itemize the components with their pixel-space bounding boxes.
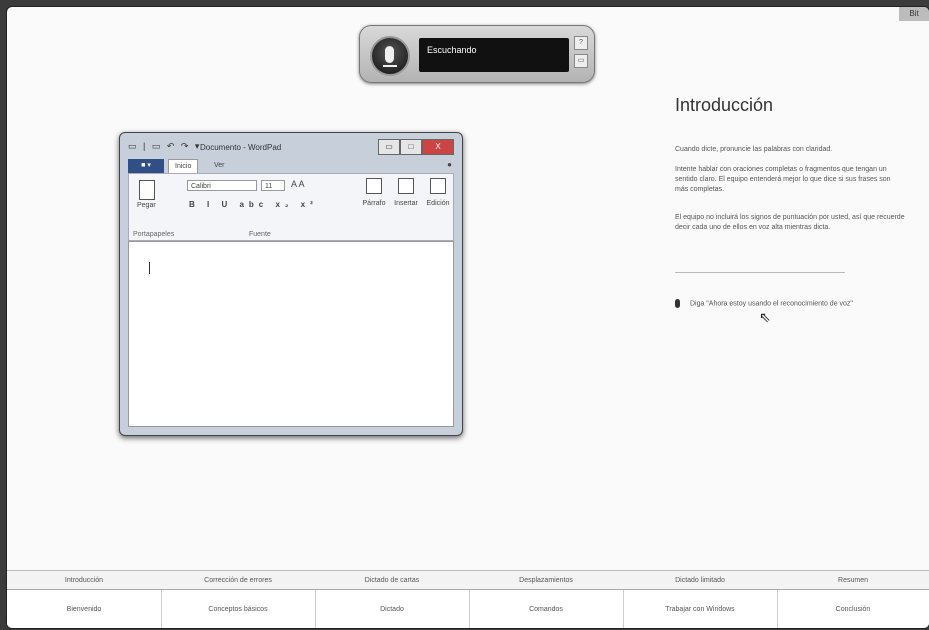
instruction-paragraph-1: Cuando dicte, pronuncie las palabras con… [675, 146, 833, 153]
clipboard-group-label: Portapapeles [133, 231, 175, 238]
edit-label: Edición [426, 200, 450, 207]
minimize-button[interactable]: ▭ [574, 54, 588, 68]
paragraph-icon [366, 178, 382, 194]
quick-access-toolbar[interactable]: ▭ | ▭ ↶ ↷ ▾ [128, 141, 201, 152]
microphone-base [383, 65, 397, 67]
subnav-dictado-limitado[interactable]: Dictado limitado [623, 571, 777, 589]
subnav-desplazamientos[interactable]: Desplazamientos [469, 571, 623, 589]
insert-button[interactable]: Insertar [393, 178, 419, 207]
insert-icon [398, 178, 414, 194]
file-menu-button[interactable]: ■ ▾ [128, 159, 164, 173]
tab-inicio[interactable]: Inicio [168, 159, 199, 174]
wordpad-titlebar: ▭ | ▭ ↶ ↷ ▾ Documento - WordPad ▭ □ X [128, 139, 454, 157]
minimize-window-button[interactable]: ▭ [378, 139, 400, 155]
tab-ver[interactable]: Ver [208, 159, 231, 173]
microphone-icon [385, 46, 394, 63]
window-controls: ▭ □ X [378, 139, 454, 155]
speech-recognition-bar: Escuchando ? ▭ [359, 25, 595, 83]
nav-dictado[interactable]: Dictado [315, 590, 470, 628]
text-caret [149, 262, 150, 274]
format-buttons[interactable]: B I U abc x₂ x² [189, 200, 318, 209]
maximize-window-button[interactable]: □ [400, 139, 422, 155]
font-group-label: Fuente [249, 231, 271, 238]
paragraph-label: Párrafo [362, 200, 386, 207]
insert-label: Insertar [394, 200, 418, 207]
tutorial-window: Bit Escuchando ? ▭ ▭ | ▭ ↶ ↷ ▾ Documento… [6, 6, 929, 629]
instruction-paragraph-3: El equipo no incluirá los signos de punt… [675, 214, 905, 231]
subnav-correccion[interactable]: Corrección de errores [161, 571, 315, 589]
nav-comandos[interactable]: Comandos [469, 590, 624, 628]
paste-icon[interactable] [139, 180, 155, 200]
mouse-pointer-icon: ⇖ [759, 309, 771, 325]
divider [675, 272, 845, 273]
paragraph-button[interactable]: Párrafo [361, 178, 387, 207]
say-prompt: Diga "Ahora estoy usando el reconocimien… [675, 299, 853, 308]
font-family-select[interactable]: Calibri [187, 180, 257, 191]
main-nav: Bienvenido Conceptos básicos Dictado Com… [7, 589, 929, 628]
wordpad-title: Documento - WordPad [200, 143, 282, 152]
page-title: Introducción [675, 95, 774, 115]
ribbon-tabs: ■ ▾ Inicio Ver ● [128, 159, 454, 174]
say-prompt-text: Diga "Ahora estoy usando el reconocimien… [689, 300, 853, 308]
nav-conclusion[interactable]: Conclusión [777, 590, 929, 628]
font-size-select[interactable]: 11 [261, 180, 285, 191]
wordpad-window: ▭ | ▭ ↶ ↷ ▾ Documento - WordPad ▭ □ X ■ … [119, 132, 463, 436]
edit-icon [430, 178, 446, 194]
close-window-button[interactable]: X [422, 139, 454, 155]
nav-trabajar-windows[interactable]: Trabajar con Windows [623, 590, 778, 628]
section-subnav: Introducción Corrección de errores Dicta… [7, 570, 929, 589]
instruction-paragraph-2: Intente hablar con oraciones completas o… [675, 166, 891, 193]
help-button[interactable]: ? [574, 36, 588, 50]
edit-button[interactable]: Edición [425, 178, 451, 207]
grow-shrink-font-buttons[interactable]: A A [291, 179, 305, 189]
speech-status: Escuchando [419, 38, 569, 72]
subnav-dictado-cartas[interactable]: Dictado de cartas [315, 571, 469, 589]
window-corner-label[interactable]: Bit [899, 7, 929, 21]
document-area[interactable] [128, 241, 454, 427]
nav-bienvenido[interactable]: Bienvenido [7, 590, 162, 628]
microphone-button[interactable] [370, 36, 410, 76]
nav-conceptos[interactable]: Conceptos básicos [161, 590, 316, 628]
microphone-small-icon [675, 299, 680, 308]
subnav-resumen[interactable]: Resumen [777, 571, 929, 589]
subnav-introduccion[interactable]: Introducción [7, 571, 161, 589]
help-icon[interactable]: ● [447, 160, 452, 169]
ribbon: Pegar Portapapeles Calibri 11 A A B I U … [128, 173, 454, 241]
paste-button-label[interactable]: Pegar [137, 202, 156, 209]
speech-side-buttons: ? ▭ [574, 36, 588, 72]
